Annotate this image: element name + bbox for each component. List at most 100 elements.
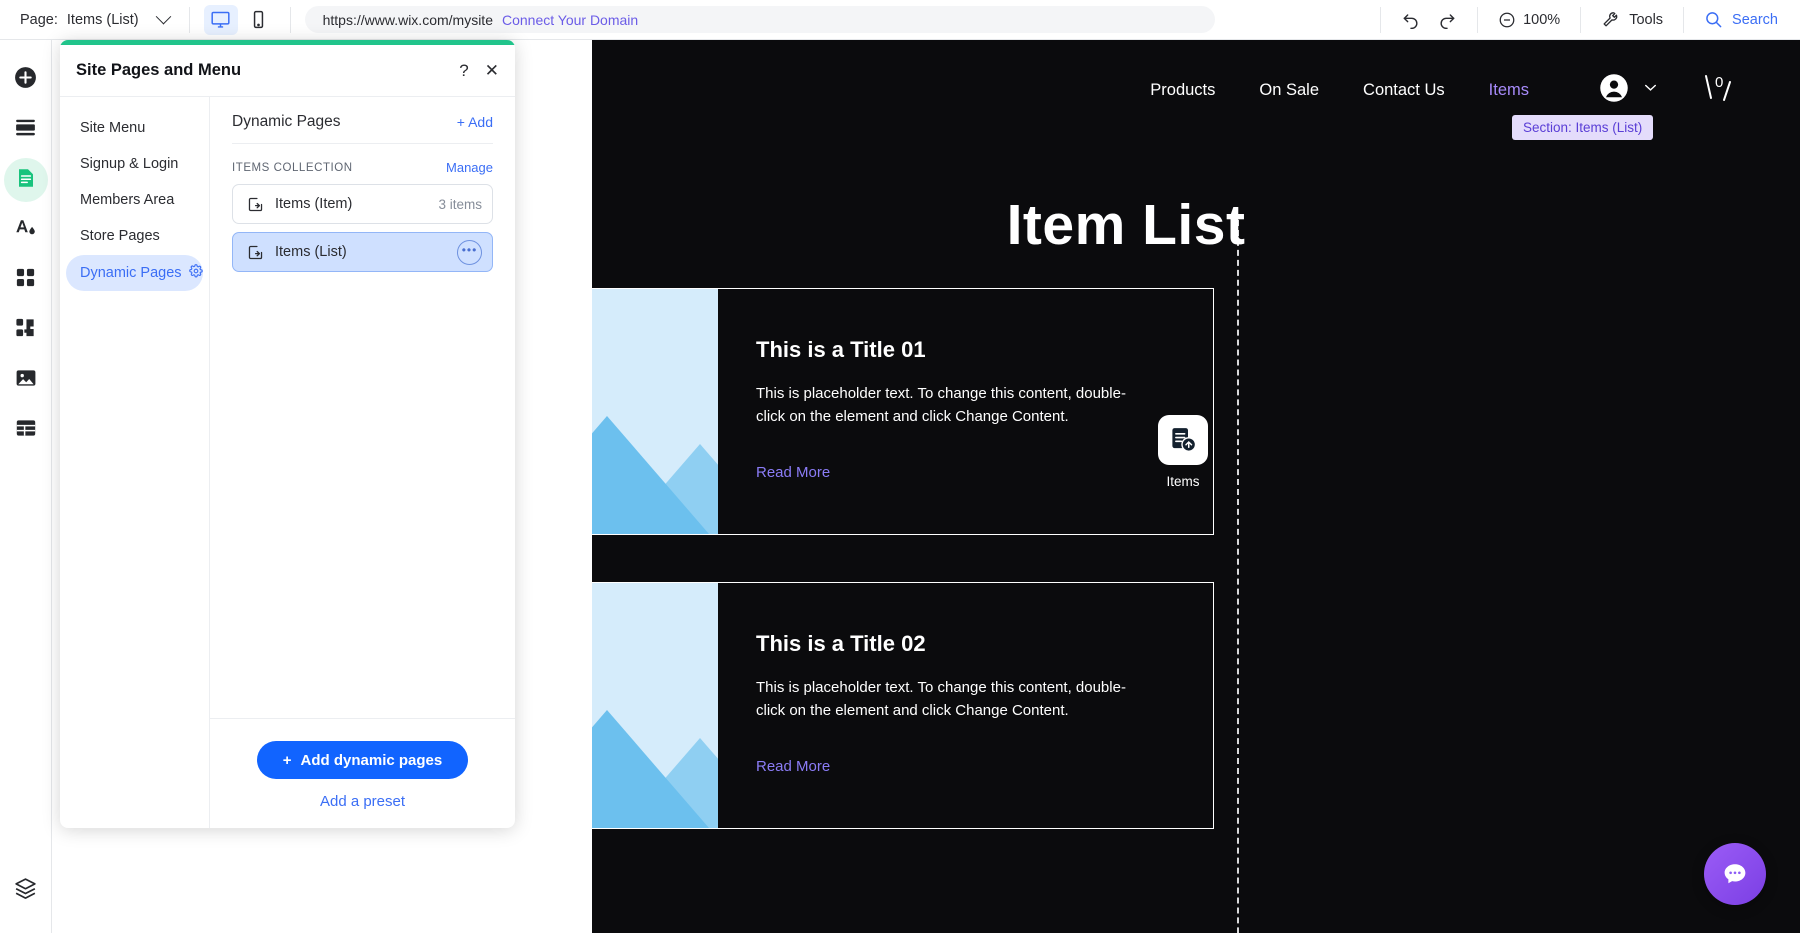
dynamic-page-icon [247,196,264,213]
four-squares-icon [14,266,37,294]
dataset-badge-items[interactable]: Items [1154,415,1212,489]
redo-arrow-icon[interactable] [1437,10,1457,30]
panel-title: Site Pages and Menu [76,61,242,79]
page-selector[interactable]: Page: Items (List) [0,0,189,40]
list-item-items-item[interactable]: Items (Item) 3 items [232,184,493,224]
add-dynamic-page-link[interactable]: + Add [457,114,493,130]
list-item-label: Items (Item) [275,196,353,212]
mountain-shape-front [592,416,709,534]
wrench-icon [1601,10,1620,29]
panel-nav-signup-login[interactable]: Signup & Login [66,147,203,181]
list-item-items-list[interactable]: Items (List) ••• [232,232,493,272]
sidebar-item-cms[interactable] [4,408,48,452]
mountain-shape-front [592,710,709,828]
panel-nav-list: Site Menu Signup & Login Members Area St… [60,97,210,828]
chevron-down-icon [155,8,171,25]
panel-nav-label: Dynamic Pages [80,265,182,281]
sidebar-item-app-market[interactable] [4,258,48,302]
search-button[interactable]: Search [1684,10,1800,29]
add-dynamic-pages-button[interactable]: + Add dynamic pages [256,741,469,779]
site-nav-on-sale[interactable]: On Sale [1259,81,1319,100]
site-pages-panel: Site Pages and Menu ? ✕ Site Menu Signup… [60,40,515,828]
left-sidebar [0,40,52,933]
site-nav-items[interactable]: Items [1489,81,1529,100]
card-text: This is placeholder text. To change this… [756,679,1126,720]
section-boundary-line [1237,220,1239,933]
top-toolbar: Page: Items (List) https://www.wix.com/m… [0,0,1800,40]
collection-title: ITEMS COLLECTION [232,161,353,174]
chevron-down-icon [1641,78,1660,102]
card-text: This is placeholder text. To change this… [756,385,1126,426]
account-avatar-icon [1599,73,1629,108]
sidebar-item-add-section[interactable] [4,108,48,152]
zoom-out-icon [1498,11,1516,29]
sections-icon [13,115,38,145]
undo-redo-group [1381,10,1477,30]
question-mark-icon[interactable]: ? [459,62,468,79]
sidebar-item-site-design[interactable] [4,208,48,252]
dynamic-pages-header: Dynamic Pages + Add [210,97,515,143]
cart-button[interactable]: 0 [1698,70,1738,109]
panel-footer: + Add dynamic pages Add a preset [210,718,515,828]
account-menu[interactable] [1599,73,1660,108]
card-title: This is a Title 01 [756,337,926,362]
divider [289,6,291,33]
table-grid-icon [14,416,38,445]
site-url-text: https://www.wix.com/mysite [322,11,493,28]
device-toggle [190,0,290,40]
site-url-bar[interactable]: https://www.wix.com/mysite Connect Your … [304,6,1215,33]
close-x-icon[interactable]: ✕ [485,62,499,79]
desktop-monitor-icon[interactable] [203,4,238,35]
plus-icon: + [282,751,292,769]
zoom-value: 100% [1523,11,1561,28]
pages-document-icon [14,166,38,195]
plus-circle-icon [13,65,38,95]
card-read-more-link[interactable]: Read More [756,758,830,775]
card-image-placeholder [592,583,718,828]
panel-main: Dynamic Pages + Add ITEMS COLLECTION Man… [210,97,515,828]
panel-nav-label: Signup & Login [80,156,179,172]
mobile-phone-icon[interactable] [242,5,276,35]
sidebar-item-layers[interactable] [4,869,48,913]
panel-nav-label: Store Pages [80,228,160,244]
gear-icon[interactable] [188,264,203,282]
sidebar-item-site-pages[interactable] [3,158,48,202]
zoom-control[interactable]: 100% [1478,11,1580,29]
card-read-more-link[interactable]: Read More [756,464,830,481]
item-card[interactable]: This is a Title 02 This is placeholder t… [592,582,1214,829]
sidebar-item-my-business[interactable] [4,308,48,352]
list-item-label: Items (List) [275,244,347,260]
add-a-preset-link[interactable]: Add a preset [320,793,405,810]
dataset-badge-label: Items [1166,474,1200,489]
dynamic-dataset-icon [1158,415,1208,465]
puzzle-squares-icon [14,316,37,344]
tools-menu[interactable]: Tools [1581,10,1683,29]
cart-count: 0 [1715,74,1724,91]
item-card[interactable]: This is a Title 01 This is placeholder t… [592,288,1214,535]
panel-nav-label: Members Area [80,192,175,208]
sidebar-item-media[interactable] [4,358,48,402]
page-selector-label: Page: [20,11,58,28]
site-body: Item List This is a Title 01 This is pla… [592,140,1800,933]
panel-nav-store-pages[interactable]: Store Pages [66,219,203,253]
site-preview: Products On Sale Contact Us Items 0 Sect… [592,40,1800,933]
dynamic-page-list: Items (Item) 3 items Items (List) ••• [210,184,515,272]
chat-bubble-icon[interactable] [1704,843,1766,905]
manage-collection-link[interactable]: Manage [446,160,493,175]
panel-nav-members-area[interactable]: Members Area [66,183,203,217]
undo-arrow-icon[interactable] [1401,10,1421,30]
card-image-placeholder [592,289,718,534]
ellipsis-icon[interactable]: ••• [457,239,482,265]
search-label: Search [1732,11,1778,28]
panel-body: Site Menu Signup & Login Members Area St… [60,97,515,828]
panel-header-actions: ? ✕ [459,62,499,79]
connect-domain-link[interactable]: Connect Your Domain [502,12,638,28]
panel-nav-site-menu[interactable]: Site Menu [66,111,203,145]
sidebar-item-add-elements[interactable] [4,58,48,102]
site-nav-contact-us[interactable]: Contact Us [1363,81,1445,100]
add-dynamic-pages-label: Add dynamic pages [300,751,443,769]
layers-stack-icon [13,876,38,906]
panel-nav-dynamic-pages[interactable]: Dynamic Pages [66,255,203,291]
site-nav-products[interactable]: Products [1150,81,1215,100]
image-icon [14,366,38,395]
